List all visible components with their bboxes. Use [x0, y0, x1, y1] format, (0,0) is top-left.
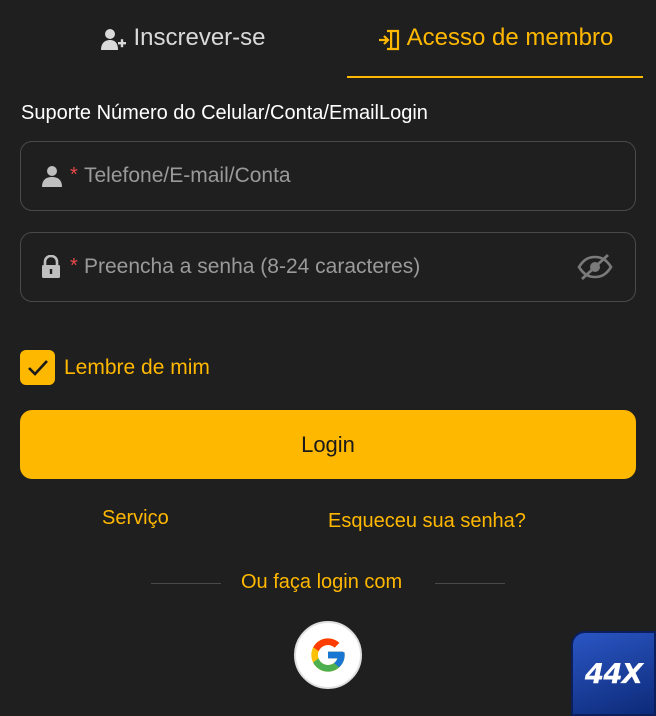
brand-badge[interactable]: 44X: [571, 631, 656, 716]
brand-badge-text: 44X: [584, 657, 644, 690]
remember-me[interactable]: Lembre de mim: [20, 350, 210, 385]
lock-icon: [41, 255, 61, 279]
account-field: *: [20, 141, 636, 211]
auth-tabs: Inscrever-se Acesso de membro: [0, 0, 656, 78]
required-mark: *: [70, 164, 78, 186]
eye-off-icon[interactable]: [577, 253, 613, 281]
google-login-button[interactable]: [294, 621, 362, 689]
divider-right: [435, 583, 505, 584]
required-mark: *: [70, 255, 78, 277]
remember-checkbox[interactable]: [20, 350, 55, 385]
google-icon: [311, 638, 345, 672]
tab-member-login-label: Acesso de membro: [406, 24, 614, 51]
login-door-icon: [377, 28, 401, 52]
support-text: Suporte Número do Celular/Conta/EmailLog…: [21, 102, 428, 124]
tab-register[interactable]: Inscrever-se: [20, 24, 347, 78]
password-field: *: [20, 232, 636, 302]
account-input[interactable]: [84, 142, 564, 210]
password-input[interactable]: [84, 233, 564, 301]
divider-left: [151, 583, 221, 584]
service-link[interactable]: Serviço: [102, 507, 169, 530]
login-button[interactable]: Login: [20, 410, 636, 479]
check-icon: [27, 359, 48, 376]
social-login-label: Ou faça login com: [241, 571, 403, 593]
tab-register-label: Inscrever-se: [133, 24, 266, 51]
add-user-icon: [101, 28, 127, 52]
remember-label: Lembre de mim: [64, 355, 210, 379]
active-tab-indicator: [347, 76, 643, 78]
user-icon: [41, 165, 63, 187]
forgot-password-link[interactable]: Esqueceu sua senha?: [328, 510, 526, 533]
tab-member-login[interactable]: Acesso de membro: [347, 24, 643, 78]
